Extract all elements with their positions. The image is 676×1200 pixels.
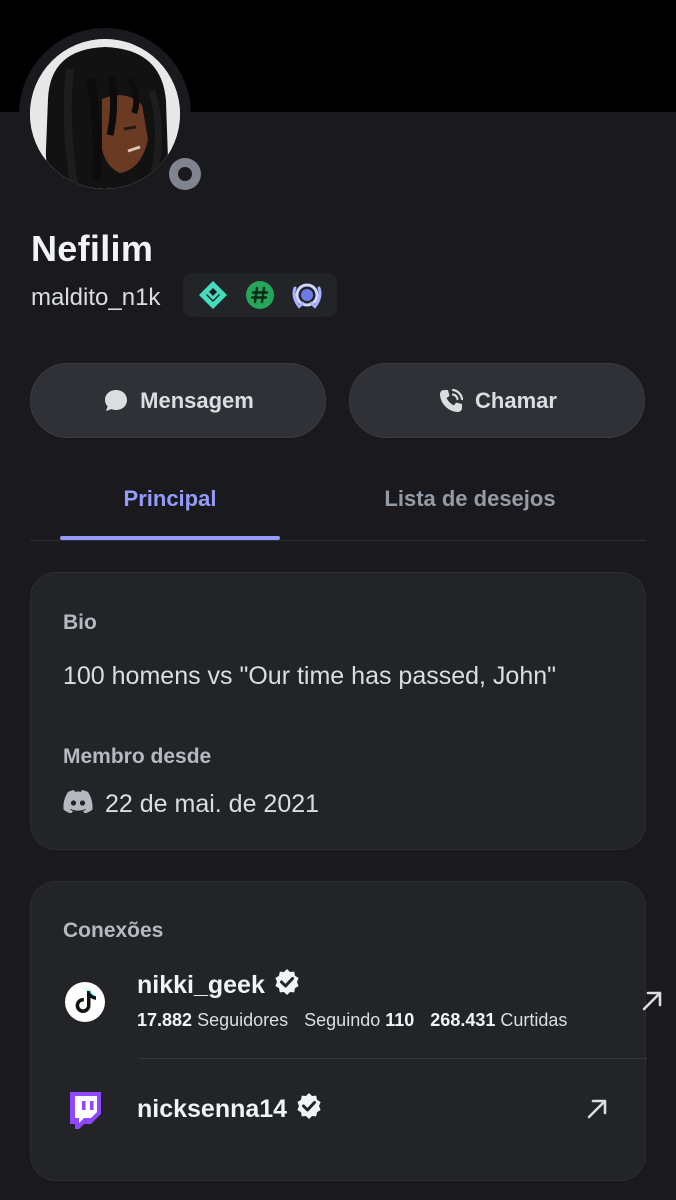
badge-list: [183, 273, 337, 317]
likes-stat: 268.431 Curtidas: [430, 1010, 568, 1030]
active-developer-icon[interactable]: [243, 278, 277, 312]
profile-page: Nefilim maldito_n1k Mensagem Chamar Prin…: [0, 0, 676, 1200]
connection-item-twitch[interactable]: nicksenna14: [31, 1074, 647, 1154]
bio-text: 100 homens vs "Our time has passed, John…: [63, 662, 557, 690]
connection-name: nicksenna14: [137, 1092, 323, 1127]
following-stat: Seguindo 110: [304, 1010, 415, 1030]
bio-label: Bio: [63, 611, 97, 634]
message-button-label: Mensagem: [140, 387, 254, 413]
connection-divider: [138, 1058, 647, 1059]
phone-call-icon: [437, 387, 465, 415]
tiktok-icon: [63, 980, 107, 1024]
connection-username: nikki_geek: [137, 971, 265, 999]
tab-principal[interactable]: Principal: [60, 486, 280, 512]
call-button[interactable]: Chamar: [349, 363, 645, 438]
bio-card: Bio 100 homens vs "Our time has passed, …: [30, 572, 646, 850]
avatar-container[interactable]: [19, 28, 209, 200]
connections-label: Conexões: [63, 919, 164, 942]
followers-stat: 17.882 Seguidores: [137, 1010, 289, 1030]
username[interactable]: maldito_n1k: [31, 284, 160, 312]
display-name: Nefilim: [31, 228, 154, 269]
external-link-icon[interactable]: [637, 986, 667, 1016]
hypesquad-balance-icon[interactable]: [196, 278, 230, 312]
verified-icon: [273, 968, 301, 1003]
member-since-label: Membro desde: [63, 745, 212, 768]
connection-name: nikki_geek: [137, 968, 301, 1003]
tiktok-stats: 17.882 Seguidores Seguindo 110 268.431 C…: [137, 1010, 567, 1031]
discord-logo-icon: [63, 789, 93, 820]
tab-wishlist[interactable]: Lista de desejos: [340, 486, 600, 512]
message-button[interactable]: Mensagem: [30, 363, 326, 438]
external-link-icon[interactable]: [582, 1094, 612, 1124]
member-since-date: 22 de mai. de 2021: [105, 790, 320, 818]
call-button-label: Chamar: [475, 387, 557, 413]
member-since-row: 22 de mai. de 2021: [63, 789, 319, 820]
avatar[interactable]: [30, 39, 180, 189]
tab-divider: [30, 540, 646, 541]
connection-username: nicksenna14: [137, 1095, 288, 1123]
chat-bubble-icon: [102, 387, 130, 415]
status-indicator: [161, 150, 209, 198]
connection-item-tiktok[interactable]: nikki_geek 17.882 Seguidores Seguindo 11…: [31, 962, 662, 1058]
twitch-icon: [63, 1088, 107, 1132]
offline-status-icon: [169, 158, 201, 190]
quest-badge-icon[interactable]: [290, 278, 324, 312]
verified-icon: [295, 1092, 323, 1127]
connections-card: Conexões nikki_geek 17.882 Seguidores Se…: [30, 881, 662, 1181]
